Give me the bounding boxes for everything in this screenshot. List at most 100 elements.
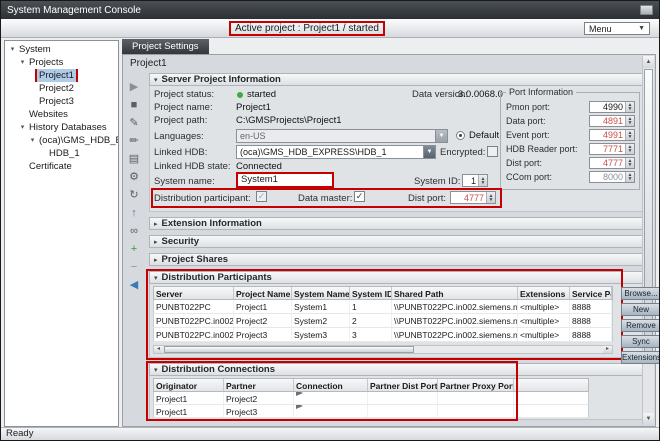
table-cell: PUNBT022PC xyxy=(154,300,234,313)
spinner-icon[interactable]: ▲▼ xyxy=(486,192,495,203)
tree-item-history-databases[interactable]: ▾History Databases xyxy=(5,121,118,134)
section-distribution-connections[interactable]: ▾ Distribution Connections xyxy=(149,363,643,376)
spinner-icon[interactable]: ▲▼ xyxy=(625,172,634,182)
default-language-radio[interactable] xyxy=(456,131,465,140)
expander-icon[interactable]: ▾ xyxy=(8,43,17,56)
expander-down-icon[interactable]: ▾ xyxy=(154,274,158,282)
section-project-shares[interactable]: ▸ Project Shares xyxy=(149,253,643,266)
spinner-icon[interactable]: ▲▼ xyxy=(478,175,487,186)
section-security[interactable]: ▸ Security xyxy=(149,235,643,248)
distribution-participant-checkbox[interactable]: ✓ xyxy=(256,191,267,202)
table-row[interactable]: PUNBT022PCProject1System11\\PUNBT022PC.i… xyxy=(153,300,613,314)
tree-item-label: System xyxy=(17,43,53,56)
system-id-stepper[interactable]: 1 ▲▼ xyxy=(462,174,488,187)
section-distribution-participants[interactable]: ▾ Distribution Participants xyxy=(149,271,643,284)
upgrade-icon[interactable]: ↑ xyxy=(127,207,141,220)
table-row[interactable]: Project1Project2 xyxy=(153,392,589,405)
horizontal-scrollbar[interactable]: ◂ ▸ xyxy=(153,345,613,354)
port-value-stepper[interactable]: 4891▲▼ xyxy=(589,115,635,127)
port-value-stepper[interactable]: 4777▲▼ xyxy=(589,157,635,169)
vertical-scrollbar[interactable]: ▲ ▼ xyxy=(642,56,654,425)
stop-project-icon[interactable]: ■ xyxy=(127,99,141,112)
column-header-extensions[interactable]: Extensions xyxy=(518,287,570,299)
table-row[interactable]: PUNBT022PC.in002.siemeProject2System22\\… xyxy=(153,314,613,328)
port-value-stepper[interactable]: 8000▲▼ xyxy=(589,171,635,183)
languages-dropdown[interactable]: en-US ▼ xyxy=(236,129,448,143)
column-header-originator[interactable]: Originator xyxy=(154,379,224,391)
linked-hdb-dropdown[interactable]: (oca)\GMS_HDB_EXPRESS\HDB_1 ▼ xyxy=(236,145,436,159)
back-icon[interactable]: ◀ xyxy=(127,279,141,292)
scroll-up-icon[interactable]: ▲ xyxy=(643,56,654,68)
column-header-partner[interactable]: Partner xyxy=(224,379,294,391)
start-project-icon[interactable]: ▶ xyxy=(127,81,141,94)
new-button[interactable]: New xyxy=(621,303,660,316)
column-header-project-name[interactable]: Project Name xyxy=(234,287,292,299)
column-header-partner-dist-port[interactable]: Partner Dist Port xyxy=(368,379,438,391)
restore-icon[interactable]: ↻ xyxy=(127,189,141,202)
encrypted-label: Encrypted: xyxy=(440,147,485,158)
tree-item-oca-gms-hdb-express[interactable]: ▾(oca)\GMS_HDB_EXPRESS xyxy=(5,134,118,147)
expander-icon[interactable]: ▾ xyxy=(18,121,27,134)
scrollbar-thumb[interactable] xyxy=(164,346,414,353)
column-header-system-id[interactable]: System ID xyxy=(350,287,392,299)
app-menu-icon[interactable] xyxy=(640,5,653,15)
spinner-icon[interactable]: ▲▼ xyxy=(625,144,634,154)
tree-item-project3[interactable]: Project3 xyxy=(5,95,118,108)
column-header-service-po[interactable]: Service Po xyxy=(570,287,612,299)
add-icon[interactable]: + xyxy=(127,243,141,256)
column-header-system-name[interactable]: System Name xyxy=(292,287,350,299)
settings-icon[interactable]: ⚙ xyxy=(127,171,141,184)
table-row[interactable]: PUNBT022PC.in002.siemeProject3System33\\… xyxy=(153,328,613,342)
data-master-checkbox[interactable]: ✓ xyxy=(354,191,365,202)
column-header-shared-path[interactable]: Shared Path xyxy=(392,287,518,299)
tree-item-hdb-1[interactable]: HDB_1 xyxy=(5,147,118,160)
scroll-right-icon[interactable]: ▸ xyxy=(603,346,612,353)
tree-item-certificate[interactable]: Certificate xyxy=(5,160,118,173)
tab-project-settings[interactable]: Project Settings xyxy=(122,39,209,54)
tree-item-system[interactable]: ▾System xyxy=(5,43,118,56)
dist-port-stepper[interactable]: 4777 ▲▼ xyxy=(450,191,496,204)
menu-dropdown[interactable]: Menu ▼ xyxy=(584,22,650,35)
chevron-down-icon[interactable]: ▼ xyxy=(423,146,435,158)
expander-down-icon[interactable]: ▾ xyxy=(154,366,158,374)
expander-down-icon[interactable]: ▾ xyxy=(154,76,158,84)
expander-icon[interactable]: ▾ xyxy=(28,134,37,147)
expander-icon[interactable]: ▾ xyxy=(18,56,27,69)
tree-item-websites[interactable]: Websites xyxy=(5,108,118,121)
encrypted-checkbox[interactable] xyxy=(487,146,498,157)
save-project-icon[interactable]: ▤ xyxy=(127,153,141,166)
spinner-icon[interactable]: ▲▼ xyxy=(625,116,634,126)
port-value-stepper[interactable]: 4991▲▼ xyxy=(589,129,635,141)
section-extension-information[interactable]: ▸ Extension Information xyxy=(149,217,643,230)
table-cell: 8888 xyxy=(570,300,612,313)
system-name-input[interactable]: System1 xyxy=(236,172,334,188)
rename-project-icon[interactable]: ✏ xyxy=(127,135,141,148)
scroll-down-icon[interactable]: ▼ xyxy=(643,413,654,425)
expander-right-icon[interactable]: ▸ xyxy=(154,256,158,264)
extensions-button[interactable]: Extensions xyxy=(621,351,660,364)
column-header-connection[interactable]: Connection xyxy=(294,379,368,391)
tree-item-projects[interactable]: ▾Projects xyxy=(5,56,118,69)
sync-button[interactable]: Sync xyxy=(621,335,660,348)
spinner-icon[interactable]: ▲▼ xyxy=(625,130,634,140)
port-value-stepper[interactable]: 4990▲▼ xyxy=(589,101,635,113)
column-header-partner-proxy-port[interactable]: Partner Proxy Port xyxy=(438,379,514,391)
remove-button[interactable]: Remove xyxy=(621,319,660,332)
edit-project-icon[interactable]: ✎ xyxy=(127,117,141,130)
tree-item-project1[interactable]: Project1 xyxy=(5,69,118,82)
tree-item-project2[interactable]: Project2 xyxy=(5,82,118,95)
spinner-icon[interactable]: ▲▼ xyxy=(625,102,634,112)
section-server-project-information[interactable]: ▾ Server Project Information xyxy=(149,73,643,86)
expander-right-icon[interactable]: ▸ xyxy=(154,220,158,228)
chevron-down-icon[interactable]: ▼ xyxy=(435,130,447,142)
link-hdb-icon[interactable]: ∞ xyxy=(127,225,141,238)
expander-right-icon[interactable]: ▸ xyxy=(154,238,158,246)
default-language-label: Default xyxy=(469,130,499,141)
scroll-left-icon[interactable]: ◂ xyxy=(154,346,163,353)
spinner-icon[interactable]: ▲▼ xyxy=(625,158,634,168)
browse-button[interactable]: Browse... xyxy=(621,287,660,300)
remove-icon[interactable]: − xyxy=(127,261,141,274)
column-header-server[interactable]: Server xyxy=(154,287,234,299)
table-row[interactable]: Project1Project3 xyxy=(153,405,589,418)
port-value-stepper[interactable]: 7771▲▼ xyxy=(589,143,635,155)
